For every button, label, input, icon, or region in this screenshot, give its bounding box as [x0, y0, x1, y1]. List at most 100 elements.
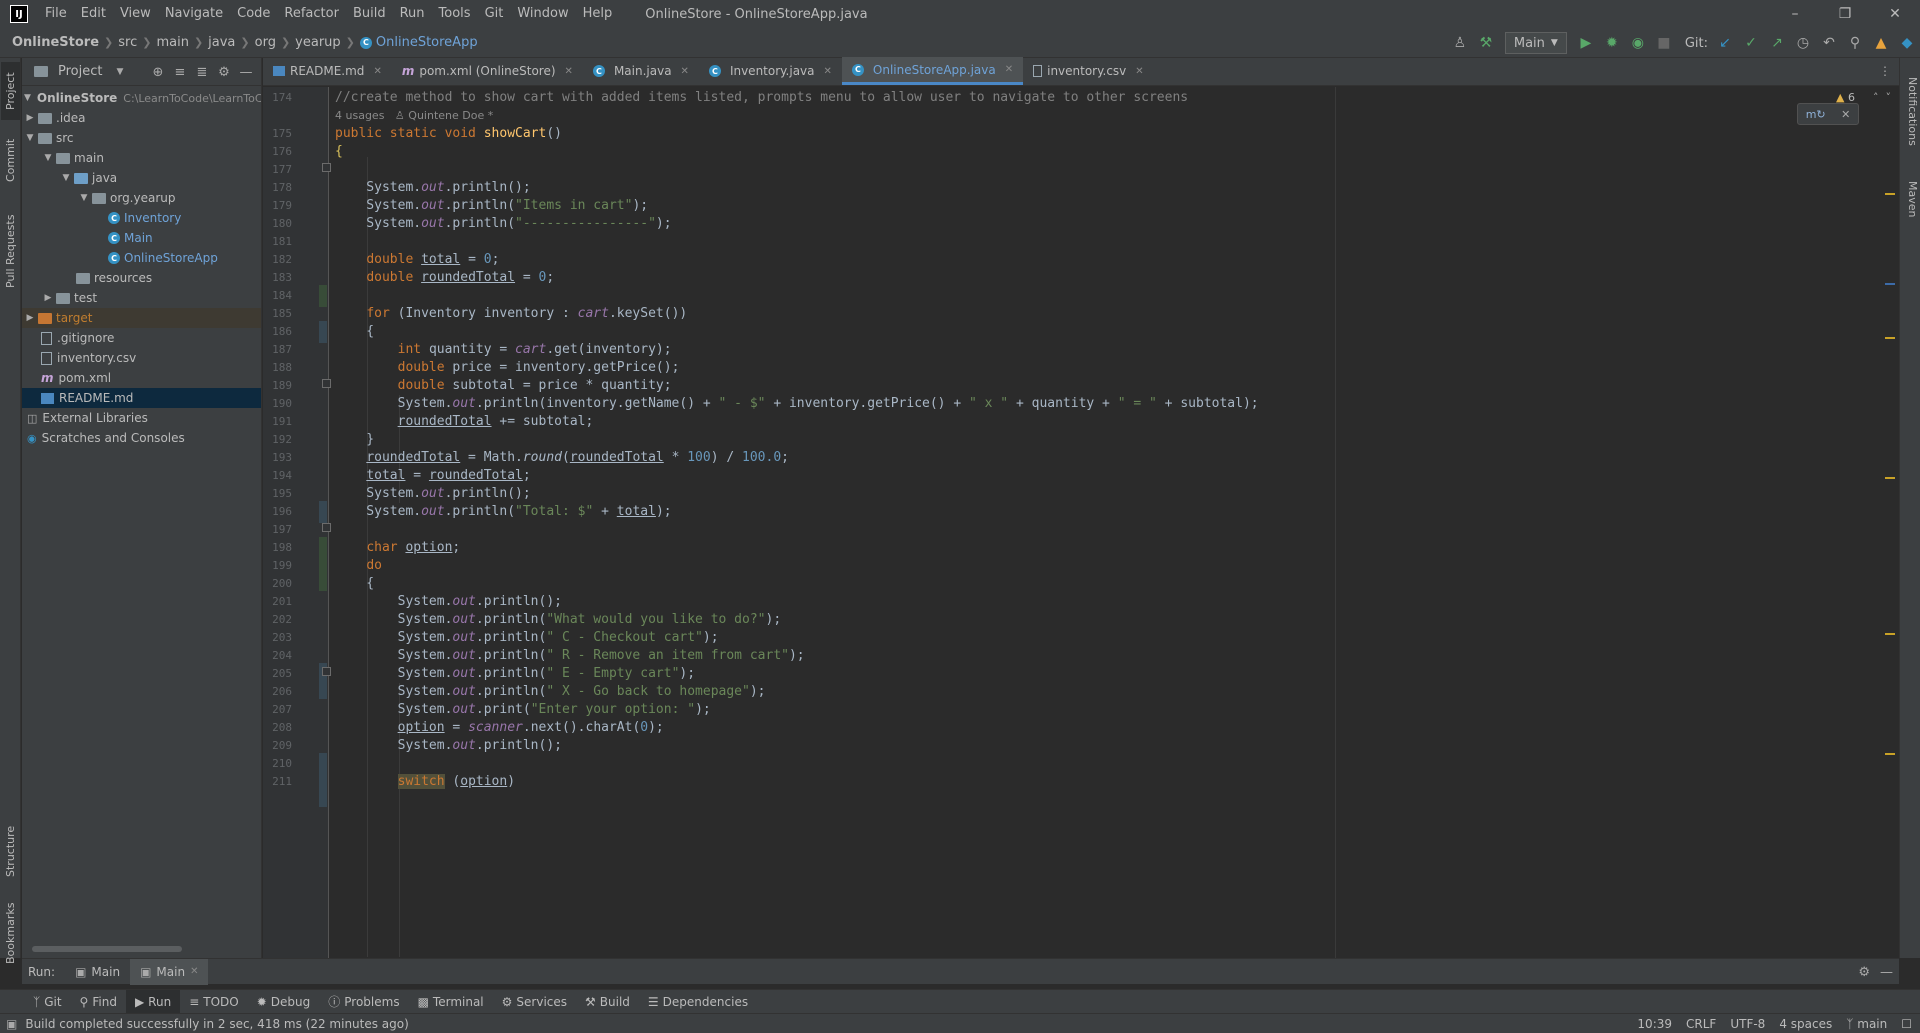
hide-panel-icon[interactable]: —: [1880, 965, 1893, 980]
tree-item[interactable]: ▼ OnlineStore C:\LearnToCode\LearnToC: [22, 88, 261, 108]
git-commit-icon[interactable]: ✓: [1738, 35, 1764, 51]
run-config-selector[interactable]: Main ▼: [1504, 32, 1567, 54]
menu-navigate[interactable]: Navigate: [158, 0, 230, 28]
editor-scrollbar[interactable]: [1881, 87, 1897, 958]
warning-stripe[interactable]: [1885, 337, 1895, 339]
indent-setting[interactable]: 4 spaces: [1779, 1017, 1832, 1031]
git-update-icon[interactable]: ↙: [1712, 35, 1738, 51]
build-hammer-icon[interactable]: ⚒: [1473, 35, 1499, 51]
chevron-down-icon[interactable]: ▼: [24, 93, 31, 103]
gear-icon[interactable]: ⚙: [1858, 965, 1870, 980]
status-message[interactable]: Build completed successfully in 2 sec, 4…: [25, 1017, 408, 1031]
vcs-modified-marker[interactable]: [319, 753, 327, 807]
fold-icon[interactable]: [322, 163, 331, 172]
tree-item[interactable]: m pom.xml: [22, 368, 261, 388]
vcs-added-marker[interactable]: [319, 285, 327, 307]
tree-item[interactable]: C Main: [22, 228, 261, 248]
tree-item[interactable]: inventory.csv: [22, 348, 261, 368]
structure-tool-tab[interactable]: Structure: [1, 818, 20, 884]
bookmarks-tool-tab[interactable]: Bookmarks: [1, 900, 20, 966]
tree-item[interactable]: README.md: [22, 388, 261, 408]
git-tool-button[interactable]: ᛉ Git: [24, 990, 71, 1014]
vcs-modified-marker[interactable]: [319, 321, 327, 343]
chevron-down-icon[interactable]: ▼: [60, 173, 72, 183]
breadcrumb-main[interactable]: main: [156, 35, 188, 50]
pull-requests-tool-tab[interactable]: Pull Requests: [1, 204, 20, 298]
find-tool-button[interactable]: ⚲ Find: [71, 990, 126, 1014]
gear-icon[interactable]: ⚙: [213, 65, 235, 80]
maven-reload-icon[interactable]: m↻: [1806, 108, 1826, 121]
menu-file[interactable]: File: [38, 0, 74, 28]
close-icon[interactable]: ✕: [190, 966, 198, 977]
close-icon[interactable]: ✕: [565, 66, 573, 77]
horizontal-scrollbar[interactable]: [32, 946, 182, 952]
fold-icon[interactable]: [322, 667, 331, 676]
tree-item[interactable]: resources: [22, 268, 261, 288]
code-area[interactable]: //create method to show cart with added …: [335, 87, 1899, 958]
menu-git[interactable]: Git: [478, 0, 511, 28]
chevron-right-icon[interactable]: ▶: [42, 293, 54, 303]
code-editor[interactable]: 174 175 176 177 178 179 180 181 182 183 …: [263, 87, 1899, 958]
debug-tool-button[interactable]: ✹ Debug: [248, 990, 320, 1014]
search-icon[interactable]: ⚲: [1842, 35, 1868, 51]
usages-hint[interactable]: 4 usages: [335, 109, 384, 122]
menu-build[interactable]: Build: [346, 0, 393, 28]
caret-position[interactable]: 10:39: [1637, 1017, 1672, 1031]
maven-tool-tab[interactable]: Maven: [1900, 174, 1919, 224]
tree-item[interactable]: ▼ src: [22, 128, 261, 148]
close-icon[interactable]: ✕: [824, 66, 832, 77]
menu-tools[interactable]: Tools: [432, 0, 478, 28]
collapse-all-icon[interactable]: ≣: [191, 65, 213, 80]
menu-help[interactable]: Help: [576, 0, 620, 28]
stop-icon[interactable]: ■: [1651, 35, 1677, 51]
chevron-down-icon[interactable]: ▼: [42, 153, 54, 163]
git-branch-widget[interactable]: ᛉ main: [1846, 1017, 1887, 1031]
jetbrains-logo-icon[interactable]: ◆: [1894, 35, 1920, 51]
tree-item[interactable]: C Inventory: [22, 208, 261, 228]
change-stripe[interactable]: [1885, 283, 1895, 285]
run-tab-main-active[interactable]: ▣ Main ✕: [130, 958, 209, 985]
warning-stripe[interactable]: [1885, 477, 1895, 479]
tab-main[interactable]: C Main.java ✕: [583, 57, 699, 85]
user-icon[interactable]: ♙: [1447, 35, 1473, 51]
todo-tool-button[interactable]: ≡ TODO: [180, 990, 248, 1014]
chevron-right-icon[interactable]: ▶: [24, 313, 36, 323]
terminal-tool-button[interactable]: ▩ Terminal: [409, 990, 493, 1014]
debug-icon[interactable]: ✹: [1599, 35, 1625, 51]
rollback-icon[interactable]: ↶: [1816, 35, 1842, 51]
vcs-modified-marker[interactable]: [319, 501, 327, 523]
breadcrumb-src[interactable]: src: [118, 35, 137, 50]
tree-item[interactable]: ▶ .idea: [22, 108, 261, 128]
tree-item[interactable]: ▼ java: [22, 168, 261, 188]
menu-run[interactable]: Run: [393, 0, 432, 28]
restore-icon[interactable]: ❐: [1820, 0, 1870, 28]
tab-pom[interactable]: m pom.xml (OnlineStore) ✕: [392, 57, 583, 85]
more-vertical-icon[interactable]: ⋮: [1879, 64, 1891, 78]
history-icon[interactable]: ◷: [1790, 35, 1816, 51]
warning-stripe[interactable]: [1885, 193, 1895, 195]
update-icon[interactable]: ▲: [1868, 35, 1894, 51]
close-icon[interactable]: ✕: [1841, 108, 1850, 121]
close-icon[interactable]: ✕: [1005, 64, 1013, 75]
close-window-icon[interactable]: ✕: [1870, 0, 1920, 28]
tab-inventory-csv[interactable]: inventory.csv ✕: [1023, 57, 1154, 85]
close-icon[interactable]: ✕: [1135, 66, 1143, 77]
breadcrumb-yearup[interactable]: yearup: [295, 35, 341, 50]
run-tool-button[interactable]: ▶ Run: [125, 989, 181, 1014]
breadcrumb-java[interactable]: java: [208, 35, 235, 50]
hide-panel-icon[interactable]: —: [235, 65, 257, 80]
breadcrumb-onlinestoreapp[interactable]: OnlineStoreApp: [376, 35, 478, 50]
build-tool-button[interactable]: ⚒ Build: [576, 990, 639, 1014]
expand-all-icon[interactable]: ≡: [169, 65, 191, 80]
run-tab-main[interactable]: ▣ Main: [65, 959, 130, 985]
menu-window[interactable]: Window: [510, 0, 575, 28]
run-icon[interactable]: ▶: [1573, 35, 1599, 51]
lock-icon[interactable]: ☐: [1901, 1017, 1912, 1031]
tree-item[interactable]: .gitignore: [22, 328, 261, 348]
tab-inventory[interactable]: C Inventory.java ✕: [699, 57, 842, 85]
tab-readme[interactable]: README.md ✕: [263, 57, 392, 85]
menu-view[interactable]: View: [113, 0, 158, 28]
fold-icon[interactable]: [322, 379, 331, 388]
tree-item[interactable]: ▼ org.yearup: [22, 188, 261, 208]
warning-stripe[interactable]: [1885, 633, 1895, 635]
